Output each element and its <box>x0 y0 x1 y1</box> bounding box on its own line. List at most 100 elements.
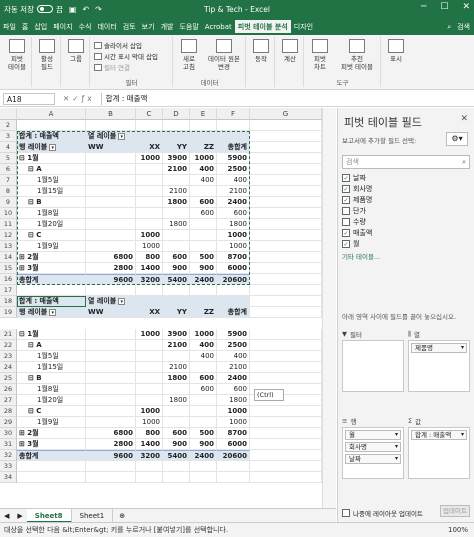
column-header[interactable]: F <box>217 108 250 120</box>
grid-cell[interactable] <box>217 461 250 472</box>
checkbox-icon[interactable]: ✓ <box>342 239 350 248</box>
pivot-value-cell[interactable] <box>190 230 217 241</box>
pivotchart-button[interactable]: 피벗 차트 <box>307 39 333 71</box>
row-number[interactable]: 16 <box>0 274 17 285</box>
pivot-value-cell[interactable] <box>190 219 217 230</box>
pivot-value-cell[interactable] <box>136 384 163 395</box>
rows-drop-box[interactable]: 월회사명날짜 <box>342 427 404 479</box>
pivot-value-cell[interactable] <box>86 175 136 186</box>
pivot-value-cell[interactable]: 1000 <box>136 329 163 340</box>
grid-cell[interactable] <box>250 241 322 252</box>
pivot-value-cell[interactable] <box>136 186 163 197</box>
pivot-value-cell[interactable]: 2100 <box>163 340 190 351</box>
area-field-chip[interactable]: 합계 : 매출액 <box>411 430 467 440</box>
undo-icon[interactable]: ↶ <box>82 5 89 14</box>
pivot-grand-total-cell[interactable]: 9600 <box>86 274 136 285</box>
grid-cell[interactable] <box>190 131 217 142</box>
row-number[interactable]: 26 <box>0 384 17 395</box>
pivot-value-cell[interactable]: 6000 <box>217 439 250 450</box>
row-number[interactable]: 24 <box>0 362 17 373</box>
pivot-row-item[interactable]: 1월5일 <box>17 175 86 186</box>
grid-cell[interactable] <box>136 461 163 472</box>
grid-cell[interactable] <box>250 439 322 450</box>
row-number[interactable]: 8 <box>0 186 17 197</box>
row-number[interactable]: 30 <box>0 428 17 439</box>
values-area[interactable]: Σ값 합계 : 매출액 <box>408 415 470 479</box>
pivot-row-item[interactable]: 1월20일 <box>17 395 86 406</box>
pivot-row-item[interactable]: ⊟ A <box>17 164 86 175</box>
pivot-value-cell[interactable]: 600 <box>190 373 217 384</box>
pivot-value-cell[interactable] <box>136 175 163 186</box>
grid-cell[interactable] <box>17 285 86 296</box>
pivot-value-cell[interactable] <box>163 417 190 428</box>
filter-connections-button[interactable]: 필터 연결 <box>94 62 130 72</box>
pivot-value-cell[interactable] <box>163 351 190 362</box>
pivot-row-item[interactable]: ⊟ A <box>17 340 86 351</box>
grid-cell[interactable] <box>250 461 322 472</box>
dropdown-icon[interactable]: ▾ <box>49 308 57 316</box>
pivot-value-cell[interactable]: 1000 <box>217 230 250 241</box>
pivot-value-cell[interactable]: 1000 <box>190 329 217 340</box>
grid-cell[interactable] <box>190 461 217 472</box>
pivot-value-cell[interactable]: 400 <box>217 175 250 186</box>
row-number[interactable]: 17 <box>0 285 17 296</box>
pivot-value-cell[interactable]: 1800 <box>217 219 250 230</box>
pivot-value-cell[interactable]: 900 <box>190 439 217 450</box>
pivot-row-item[interactable]: ⊟ C <box>17 406 86 417</box>
pivot-value-cell[interactable] <box>163 384 190 395</box>
pivot-row-item[interactable]: ⊞ 2월 <box>17 252 86 263</box>
pivot-value-cell[interactable]: 1000 <box>136 406 163 417</box>
sheet-nav-right-icon[interactable]: ▶ <box>13 512 26 520</box>
pivot-value-cell[interactable]: 2100 <box>217 186 250 197</box>
pivot-value-cell[interactable] <box>86 329 136 340</box>
checkbox-icon[interactable]: ✓ <box>342 184 350 193</box>
field-item[interactable]: 수량 <box>342 216 470 227</box>
grid-cell[interactable] <box>17 472 86 483</box>
grid-cell[interactable] <box>163 120 190 131</box>
tab-8[interactable]: 개발 <box>158 20 177 35</box>
row-number[interactable]: 4 <box>0 142 17 153</box>
row-number[interactable]: 19 <box>0 307 17 318</box>
minimize-icon[interactable]: ─ <box>421 2 426 12</box>
row-number[interactable]: 28 <box>0 406 17 417</box>
grid-cell[interactable] <box>163 296 190 307</box>
column-header[interactable]: E <box>190 108 217 120</box>
grid-cell[interactable] <box>136 472 163 483</box>
row-number[interactable]: 32 <box>0 450 17 461</box>
grid-cell[interactable] <box>217 285 250 296</box>
grid-cell[interactable] <box>250 208 322 219</box>
grid-cell[interactable] <box>250 362 322 373</box>
pivot-value-cell[interactable]: 3900 <box>163 329 190 340</box>
search-label[interactable]: 검색 <box>457 20 470 35</box>
pivot-value-cell[interactable]: 2400 <box>217 197 250 208</box>
pivot-value-cell[interactable] <box>86 362 136 373</box>
rows-area[interactable]: ≡행 월회사명날짜 <box>342 415 404 479</box>
tab-4[interactable]: 수식 <box>76 20 95 35</box>
pivot-grand-total-cell[interactable]: 20600 <box>217 274 250 285</box>
pivot-value-cell[interactable] <box>86 164 136 175</box>
pivot-row-item[interactable]: 1월8일 <box>17 384 86 395</box>
pivot-value-cell[interactable]: 2400 <box>217 373 250 384</box>
pivot-grand-total-label[interactable]: 총합계 <box>17 274 86 285</box>
filter-drop-box[interactable] <box>342 340 404 392</box>
area-field-chip[interactable]: 월 <box>345 430 401 440</box>
dropdown-icon[interactable]: ▾ <box>118 297 126 305</box>
pivot-grand-total-cell[interactable]: 2400 <box>190 274 217 285</box>
pivot-value-cell[interactable] <box>86 384 136 395</box>
pivot-row-item[interactable]: 1월9일 <box>17 241 86 252</box>
grid-cell[interactable] <box>217 472 250 483</box>
row-number[interactable]: 22 <box>0 340 17 351</box>
pivot-value-cell[interactable]: 5900 <box>217 329 250 340</box>
pivot-value-cell[interactable]: 600 <box>217 384 250 395</box>
pivot-value-cell[interactable] <box>86 351 136 362</box>
paste-options-button[interactable]: (Ctrl) <box>254 389 284 401</box>
pivot-value-cell[interactable]: 600 <box>190 384 217 395</box>
pivot-value-cell[interactable] <box>86 340 136 351</box>
pivot-value-cell[interactable] <box>86 219 136 230</box>
pivot-grand-total-cell[interactable]: 5400 <box>163 274 190 285</box>
row-number[interactable]: 21 <box>0 329 17 340</box>
grid-cell[interactable] <box>250 450 322 461</box>
pivot-value-cell[interactable] <box>163 208 190 219</box>
tab-11[interactable]: 피벗 테이블 분석 <box>234 20 291 35</box>
column-header[interactable]: D <box>163 108 190 120</box>
